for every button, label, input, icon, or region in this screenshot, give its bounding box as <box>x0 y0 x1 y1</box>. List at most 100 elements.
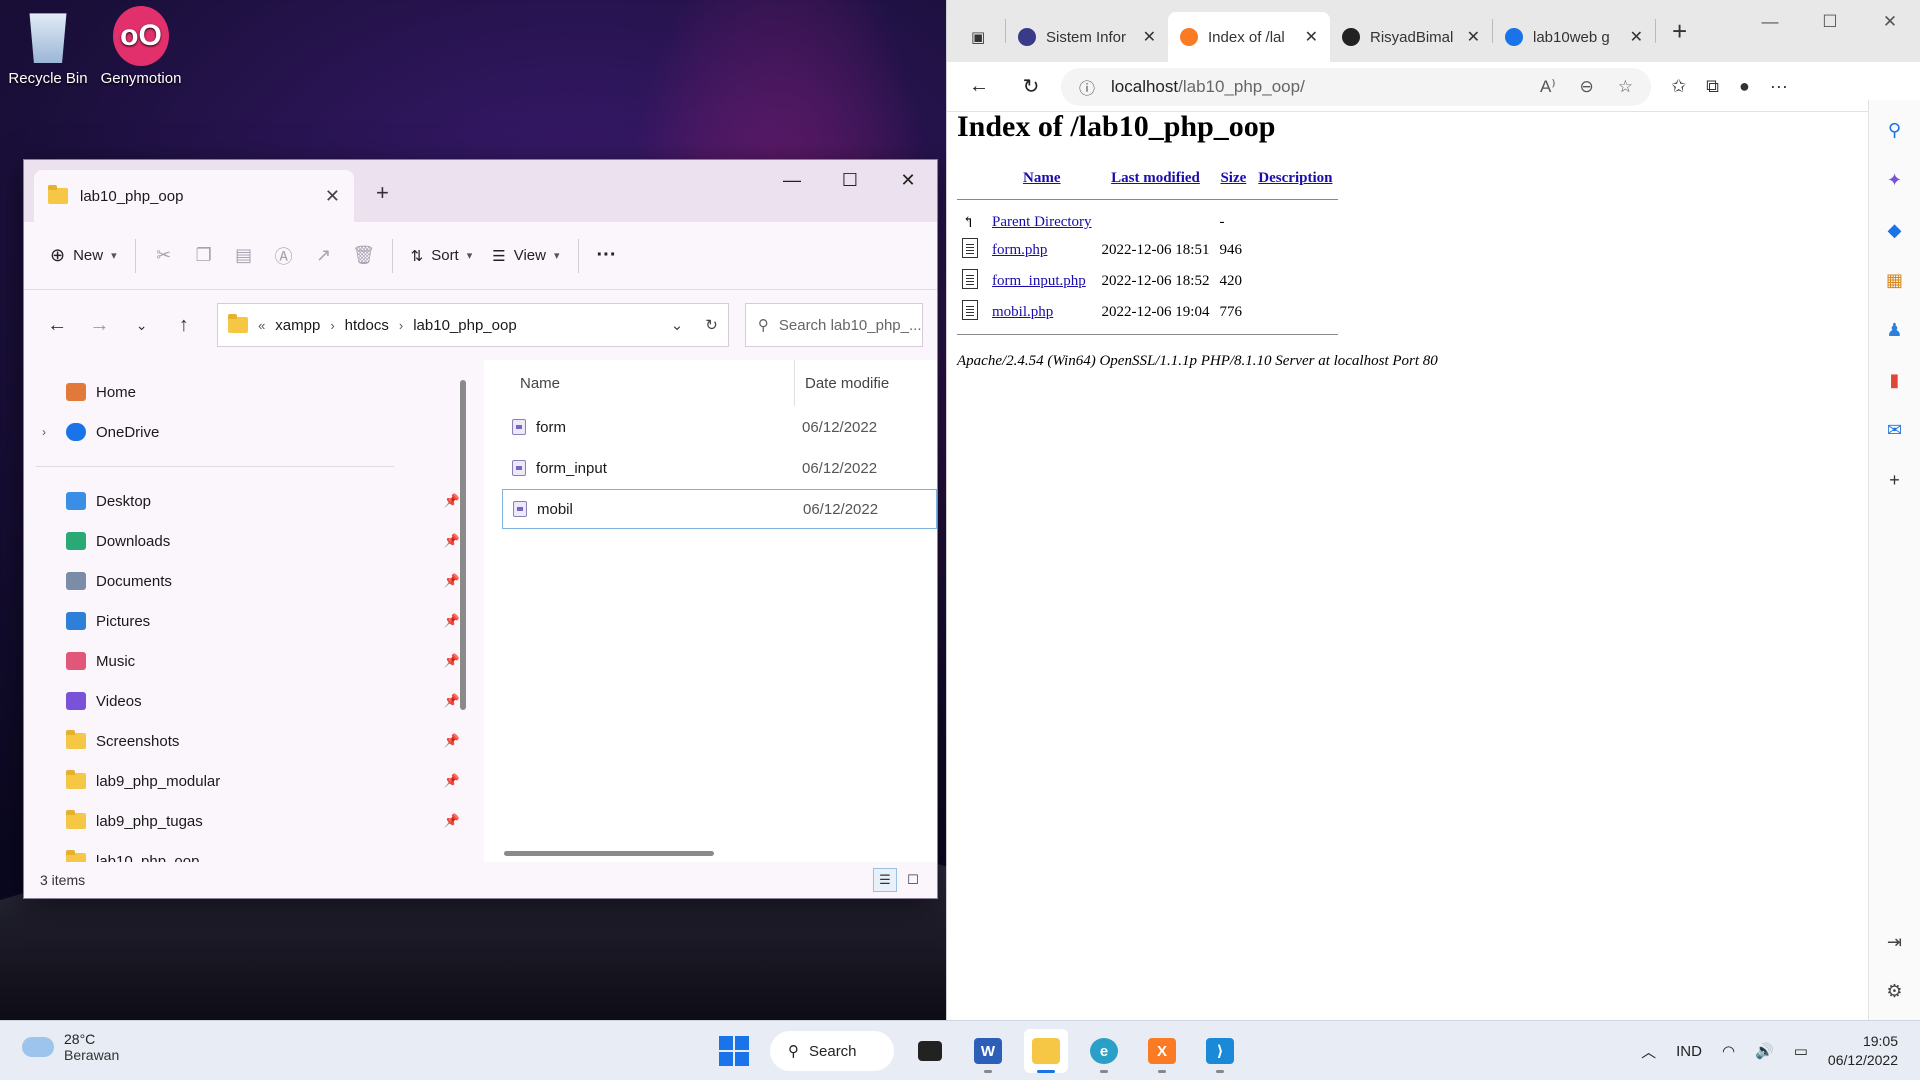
browser-tab[interactable]: RisyadBimal ✕ <box>1330 12 1492 62</box>
tab-actions-icon[interactable]: ▣ <box>959 12 1005 62</box>
browser-tab[interactable]: lab10web g ✕ <box>1493 12 1655 62</box>
nav-item-home[interactable]: Home <box>24 372 484 412</box>
maximize-button[interactable]: ☐ <box>1800 0 1860 44</box>
sort-by-description-link[interactable]: Description <box>1258 170 1332 186</box>
copy-icon[interactable]: ❐ <box>184 236 224 276</box>
chevron-down-icon[interactable]: ⌄ <box>671 316 684 334</box>
view-button[interactable]: ☰ View ▾ <box>482 236 569 276</box>
xampp-app[interactable]: X <box>1140 1029 1184 1073</box>
forward-button[interactable]: → <box>80 305 118 345</box>
file-row[interactable]: form_input 06/12/2022 <box>502 448 937 488</box>
browser-tab-active[interactable]: Index of /lal ✕ <box>1168 12 1330 62</box>
nav-item-onedrive[interactable]: › OneDrive <box>24 412 484 452</box>
nav-item-documents[interactable]: Documents 📌 <box>24 561 484 601</box>
minimize-button[interactable]: — <box>763 160 821 200</box>
search-icon[interactable]: ⚲ <box>1883 118 1907 142</box>
new-tab-button[interactable]: + <box>1656 16 1703 47</box>
vscode-app[interactable]: ⟩ <box>1198 1029 1242 1073</box>
new-tab-button[interactable]: + <box>376 180 389 206</box>
file-link[interactable]: mobil.php <box>992 304 1053 320</box>
nav-item-desktop[interactable]: Desktop 📌 <box>24 481 484 521</box>
clock[interactable]: 19:05 06/12/2022 <box>1828 1032 1898 1070</box>
close-window-button[interactable]: ✕ <box>1860 0 1920 44</box>
recent-locations-button[interactable]: ⌄ <box>123 305 161 345</box>
games-icon[interactable]: ♟ <box>1883 318 1907 342</box>
explorer-search-input[interactable]: ⚲ Search lab10_php_... <box>744 303 923 347</box>
settings-more-icon[interactable]: ··· <box>1770 76 1788 97</box>
paste-icon[interactable]: ▤ <box>224 236 264 276</box>
close-tab-icon[interactable]: ✕ <box>1305 27 1318 47</box>
delete-icon[interactable]: 🗑 <box>344 236 384 276</box>
breadcrumb-htdocs[interactable]: htdocs <box>345 317 389 334</box>
refresh-icon[interactable]: ↻ <box>705 316 718 334</box>
nav-item-lab9-php-tugas[interactable]: lab9_php_tugas 📌 <box>24 801 484 841</box>
task-view-button[interactable] <box>908 1029 952 1073</box>
pin-icon[interactable]: 📌 <box>444 813 460 829</box>
address-bar[interactable]: « xampp › htdocs › lab10_php_oop ⌄ ↻ <box>217 303 729 347</box>
discover-sparkle-icon[interactable]: ✦ <box>1883 168 1907 192</box>
tools-briefcase-icon[interactable]: ▦ <box>1883 268 1907 292</box>
nav-item-downloads[interactable]: Downloads 📌 <box>24 521 484 561</box>
explorer-tab[interactable]: lab10_php_oop ✕ <box>34 170 354 222</box>
info-icon[interactable]: ⓘ <box>1079 75 1095 99</box>
tiles-view-icon[interactable]: ☐ <box>901 868 925 892</box>
add-favorite-icon[interactable]: ☆ <box>1618 77 1633 97</box>
sort-by-size-link[interactable]: Size <box>1220 170 1246 186</box>
column-header-name[interactable]: Name <box>484 375 794 392</box>
weather-widget[interactable]: 28°C Berawan <box>22 1031 119 1063</box>
close-tab-icon[interactable]: ✕ <box>325 186 340 207</box>
pin-icon[interactable]: 📌 <box>444 653 460 669</box>
share-icon[interactable]: ↗ <box>304 236 344 276</box>
genymotion-shortcut[interactable]: oO Genymotion <box>93 6 189 87</box>
pin-icon[interactable]: 📌 <box>444 693 460 709</box>
minimize-button[interactable]: — <box>1740 0 1800 44</box>
wifi-icon[interactable]: ◠ <box>1722 1042 1735 1060</box>
input-language[interactable]: IND <box>1676 1043 1702 1060</box>
parent-directory-link[interactable]: Parent Directory <box>992 214 1092 230</box>
volume-icon[interactable]: 🔊 <box>1755 1042 1774 1060</box>
file-row-selected[interactable]: mobil 06/12/2022 <box>502 489 937 529</box>
nav-item-videos[interactable]: Videos 📌 <box>24 681 484 721</box>
breadcrumb-lab10-php-oop[interactable]: lab10_php_oop <box>413 317 516 334</box>
file-link[interactable]: form.php <box>992 242 1047 258</box>
nav-item-lab9-php-modular[interactable]: lab9_php_modular 📌 <box>24 761 484 801</box>
close-tab-icon[interactable]: ✕ <box>1143 27 1156 47</box>
pin-icon[interactable]: 📌 <box>444 533 460 549</box>
back-button[interactable]: ← <box>38 305 76 345</box>
recycle-bin-shortcut[interactable]: Recycle Bin <box>0 8 96 87</box>
column-header-date[interactable]: Date modifie <box>794 360 889 406</box>
favorites-icon[interactable]: ✩ <box>1671 76 1686 97</box>
breadcrumb-xampp[interactable]: xampp <box>275 317 320 334</box>
more-options-button[interactable]: ··· <box>587 236 627 276</box>
start-button[interactable] <box>712 1029 756 1073</box>
file-link[interactable]: form_input.php <box>992 273 1086 289</box>
chevron-right-icon[interactable]: › <box>42 425 46 439</box>
collections-icon[interactable]: ⧉ <box>1706 76 1719 97</box>
nav-item-pictures[interactable]: Pictures 📌 <box>24 601 484 641</box>
file-row[interactable]: form 06/12/2022 <box>502 407 937 447</box>
hide-sidebar-icon[interactable]: ⇥ <box>1887 932 1902 953</box>
up-button[interactable]: ↑ <box>165 305 203 345</box>
details-view-icon[interactable]: ☰ <box>873 868 897 892</box>
pin-icon[interactable]: 📌 <box>444 733 460 749</box>
taskbar-search-button[interactable]: ⚲ Search <box>770 1031 894 1071</box>
shopping-tag-icon[interactable]: ◆ <box>1883 218 1907 242</box>
close-window-button[interactable]: ✕ <box>879 160 937 200</box>
horizontal-scrollbar[interactable] <box>504 851 714 856</box>
pin-icon[interactable]: 📌 <box>444 573 460 589</box>
sort-button[interactable]: ⇅ Sort ▾ <box>401 236 483 276</box>
rename-icon[interactable]: Ⓐ <box>264 236 304 276</box>
nav-item-music[interactable]: Music 📌 <box>24 641 484 681</box>
close-tab-icon[interactable]: ✕ <box>1467 27 1480 47</box>
new-button[interactable]: ⊕ New ▾ <box>40 236 127 276</box>
browser-tab[interactable]: Sistem Infor ✕ <box>1006 12 1168 62</box>
pin-icon[interactable]: 📌 <box>444 773 460 789</box>
cut-icon[interactable]: ✂ <box>144 236 184 276</box>
office-icon[interactable]: ▮ <box>1883 368 1907 392</box>
pin-icon[interactable]: 📌 <box>444 493 460 509</box>
profile-icon[interactable]: ● <box>1739 76 1750 97</box>
read-aloud-icon[interactable]: A⁾ <box>1540 77 1556 97</box>
add-icon[interactable]: + <box>1883 468 1907 492</box>
file-explorer-app[interactable] <box>1024 1029 1068 1073</box>
edge-app[interactable]: e <box>1082 1029 1126 1073</box>
